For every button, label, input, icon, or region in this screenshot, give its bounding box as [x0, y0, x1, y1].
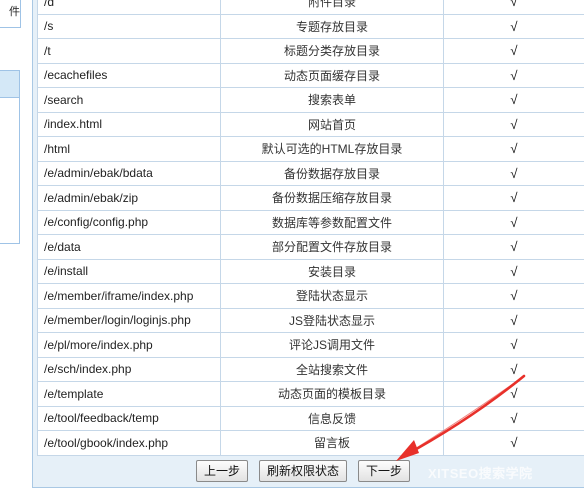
sidebar-panel	[0, 70, 20, 244]
table-row: /e/pl/more/index.php 评论JS调用文件 √	[37, 332, 584, 358]
path-cell: /e/template	[37, 381, 221, 407]
table-row: /t 标题分类存放目录 √	[37, 38, 584, 64]
path-cell: /d	[37, 0, 221, 15]
status-cell: √	[443, 381, 584, 407]
description-cell: 动态页面缓存目录	[220, 62, 444, 88]
next-step-button[interactable]: 下一步	[358, 460, 410, 482]
status-cell: √	[443, 0, 584, 15]
description-cell: 标题分类存放目录	[220, 38, 444, 64]
path-cell: /e/admin/ebak/zip	[37, 185, 221, 211]
table-row: /e/install 安装目录 √	[37, 258, 584, 284]
description-cell: 网站首页	[220, 111, 444, 137]
table-row: /e/member/iframe/index.php 登陆状态显示 √	[37, 283, 584, 309]
description-cell: 备份数据存放目录	[220, 160, 444, 186]
path-cell: /e/tool/gbook/index.php	[37, 430, 221, 456]
path-cell: /e/admin/ebak/bdata	[37, 160, 221, 186]
description-cell: 评论JS调用文件	[220, 332, 444, 358]
table-row: /e/admin/ebak/zip 备份数据压缩存放目录 √	[37, 185, 584, 211]
status-cell: √	[443, 234, 584, 260]
status-cell: √	[443, 185, 584, 211]
path-cell: /e/install	[37, 258, 221, 284]
status-cell: √	[443, 430, 584, 456]
description-cell: 默认可选的HTML存放目录	[220, 136, 444, 162]
status-cell: √	[443, 38, 584, 64]
status-cell: √	[443, 307, 584, 333]
prev-step-button[interactable]: 上一步	[196, 460, 248, 482]
left-sidebar: 件	[0, 0, 22, 500]
description-cell: JS登陆状态显示	[220, 307, 444, 333]
table-row: /index.html 网站首页 √	[37, 111, 584, 137]
path-cell: /t	[37, 38, 221, 64]
table-row: /search 搜索表单 √	[37, 87, 584, 113]
path-cell: /index.html	[37, 111, 221, 137]
description-cell: 搜索表单	[220, 87, 444, 113]
path-cell: /e/pl/more/index.php	[37, 332, 221, 358]
path-cell: /e/config/config.php	[37, 209, 221, 235]
table-row: /s 专题存放目录 √	[37, 13, 584, 39]
table-row: /ecachefiles 动态页面缓存目录 √	[37, 62, 584, 88]
table-row: /e/tool/feedback/temp 信息反馈 √	[37, 405, 584, 431]
description-cell: 部分配置文件存放目录	[220, 234, 444, 260]
description-cell: 安装目录	[220, 258, 444, 284]
table-row: /e/sch/index.php 全站搜索文件 √	[37, 356, 584, 382]
path-cell: /e/tool/feedback/temp	[37, 405, 221, 431]
status-cell: √	[443, 356, 584, 382]
table-row: /e/member/login/loginjs.php JS登陆状态显示 √	[37, 307, 584, 333]
watermark: XITSEO搜索学院	[428, 466, 533, 481]
path-cell: /e/member/iframe/index.php	[37, 283, 221, 309]
status-cell: √	[443, 13, 584, 39]
description-cell: 信息反馈	[220, 405, 444, 431]
description-cell: 留言板	[220, 430, 444, 456]
sidebar-top-item[interactable]: 件	[0, 0, 21, 28]
path-cell: /s	[37, 13, 221, 39]
status-cell: √	[443, 405, 584, 431]
path-cell: /e/sch/index.php	[37, 356, 221, 382]
status-cell: √	[443, 111, 584, 137]
status-cell: √	[443, 136, 584, 162]
status-cell: √	[443, 160, 584, 186]
path-cell: /ecachefiles	[37, 62, 221, 88]
permission-table: /d 附件目录 √/s 专题存放目录 √/t 标题分类存放目录 √/ecachefiles 动…	[37, 0, 584, 456]
description-cell: 专题存放目录	[220, 13, 444, 39]
table-row: /d 附件目录 √	[37, 0, 584, 15]
table-row: /e/config/config.php 数据库等参数配置文件 √	[37, 209, 584, 235]
description-cell: 登陆状态显示	[220, 283, 444, 309]
table-row: /e/template 动态页面的模板目录 √	[37, 381, 584, 407]
status-cell: √	[443, 332, 584, 358]
status-cell: √	[443, 62, 584, 88]
table-row: /e/admin/ebak/bdata 备份数据存放目录 √	[37, 160, 584, 186]
path-cell: /search	[37, 87, 221, 113]
description-cell: 动态页面的模板目录	[220, 381, 444, 407]
path-cell: /e/member/login/loginjs.php	[37, 307, 221, 333]
description-cell: 数据库等参数配置文件	[220, 209, 444, 235]
description-cell: 备份数据压缩存放目录	[220, 185, 444, 211]
path-cell: /html	[37, 136, 221, 162]
status-cell: √	[443, 258, 584, 284]
table-row: /html 默认可选的HTML存放目录 √	[37, 136, 584, 162]
status-cell: √	[443, 283, 584, 309]
table-row: /e/data 部分配置文件存放目录 √	[37, 234, 584, 260]
description-cell: 附件目录	[220, 0, 444, 15]
sidebar-top-label: 件	[9, 6, 20, 18]
description-cell: 全站搜索文件	[220, 356, 444, 382]
sidebar-panel-header[interactable]	[0, 71, 19, 98]
refresh-permission-button[interactable]: 刷新权限状态	[259, 460, 347, 482]
status-cell: √	[443, 87, 584, 113]
status-cell: √	[443, 209, 584, 235]
path-cell: /e/data	[37, 234, 221, 260]
step-button-bar: 上一步 刷新权限状态 下一步	[196, 460, 410, 484]
table-row: /e/tool/gbook/index.php 留言板 √	[37, 430, 584, 456]
